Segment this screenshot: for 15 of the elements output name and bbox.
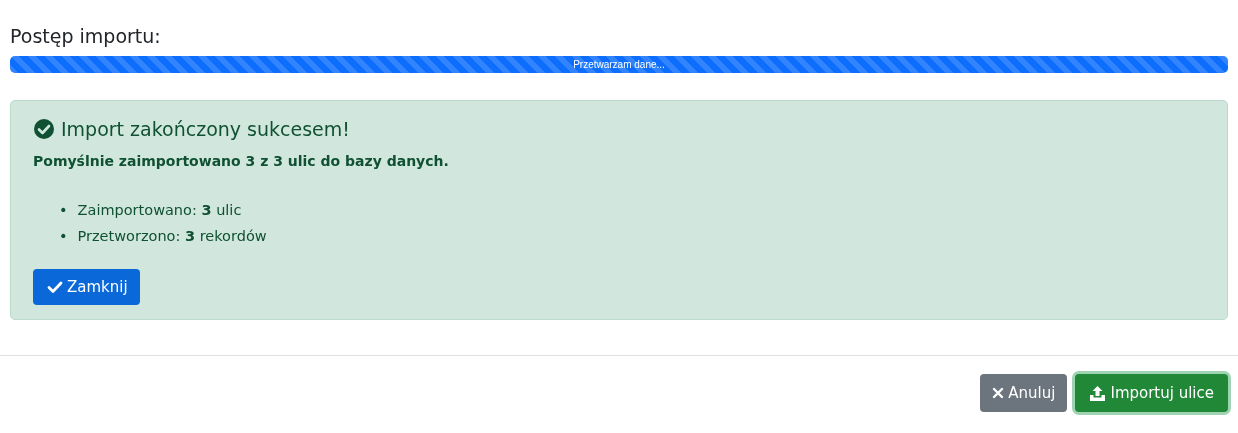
alert-title: Import zakończony sukcesem! [61,117,350,141]
bullet: • [59,201,68,220]
progress-title: Postęp importu: [10,24,162,48]
close-button[interactable]: Zamknij [33,269,140,305]
check-icon [47,280,63,294]
progress-label: Przetwarzam dane... [573,58,665,71]
alert-message: Pomyślnie zaimportowano 3 z 3 ulic do bazy danych. [33,153,450,169]
summary-item: Przetworzono: 3 rekordów [77,227,267,246]
check-circle-icon [33,118,55,140]
bullet: • [59,227,68,246]
cancel-button[interactable]: Anuluj [980,374,1068,412]
summary-item: Zaimportowano: 3 ulic [77,201,242,220]
upload-icon [1089,384,1107,402]
close-icon [992,387,1005,399]
import-button[interactable]: Importuj ulice [1075,374,1228,412]
